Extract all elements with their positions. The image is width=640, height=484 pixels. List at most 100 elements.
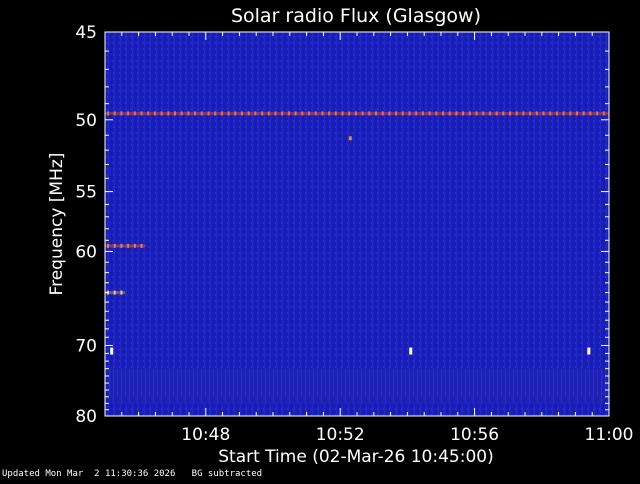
emission-dot xyxy=(475,111,478,116)
emission-dot xyxy=(281,111,284,116)
emission-dot xyxy=(234,111,237,116)
emission-dot xyxy=(488,111,491,116)
emission-dot xyxy=(107,111,109,116)
plot-background xyxy=(105,32,609,416)
x-tick-label: 11:00 xyxy=(585,425,634,445)
emission-dot xyxy=(388,111,391,116)
emission-dot xyxy=(113,290,116,295)
emission-dot xyxy=(562,111,565,116)
emission-dot xyxy=(133,243,136,248)
emission-dot xyxy=(200,111,203,116)
emission-dot xyxy=(368,111,371,116)
y-axis-label: Frequency [MHz] xyxy=(47,153,67,296)
emission-dot xyxy=(482,111,485,116)
emission-dot xyxy=(120,111,123,116)
signal-spot xyxy=(587,347,591,355)
emission-dot xyxy=(308,111,310,116)
emission-dot xyxy=(207,111,210,116)
emission-dot xyxy=(334,111,337,116)
emission-dot xyxy=(549,111,552,116)
emission-line xyxy=(105,111,609,116)
emission-dot xyxy=(113,243,116,248)
emission-dot xyxy=(127,243,130,248)
emission-dot xyxy=(321,111,324,116)
noise-band xyxy=(105,368,609,404)
emission-dot xyxy=(401,111,404,116)
emission-dot xyxy=(354,111,357,116)
emission-dot xyxy=(274,111,277,116)
emission-dot xyxy=(395,111,398,116)
emission-dot xyxy=(107,243,109,248)
emission-dot xyxy=(348,111,351,116)
emission-dot xyxy=(442,111,444,116)
signal-spot xyxy=(110,347,114,355)
emission-dot xyxy=(140,111,143,116)
y-tick-label: 50 xyxy=(75,111,97,131)
emission-dot xyxy=(214,111,217,116)
emission-dot xyxy=(515,111,518,116)
emission-dot xyxy=(502,111,505,116)
emission-dot xyxy=(301,111,304,116)
emission-dot xyxy=(602,111,605,116)
emission-dot xyxy=(596,111,599,116)
emission-dot xyxy=(535,111,538,116)
emission-dot xyxy=(415,111,418,116)
y-tick-label: 45 xyxy=(75,23,97,43)
emission-line-glow xyxy=(105,244,146,248)
emission-dot xyxy=(120,290,123,295)
chart-canvas: 45 50 55 60 70 80 10:48 10:52 10:56 11:00 Solar r… xyxy=(47,5,634,467)
x-axis-label: Start Time (02-Mar-26 10:45:00) xyxy=(218,447,493,467)
emission-dot xyxy=(435,111,438,116)
emission-dot xyxy=(267,111,270,116)
emission-dot xyxy=(495,111,498,116)
signal-spot xyxy=(409,347,413,355)
emission-dot xyxy=(522,111,525,116)
y-tick-label: 60 xyxy=(75,242,97,262)
emission-dot xyxy=(187,111,190,116)
emission-dot xyxy=(328,111,331,116)
emission-dot xyxy=(261,111,264,116)
emission-dot xyxy=(589,111,592,116)
emission-dot xyxy=(408,111,411,116)
emission-dot xyxy=(287,111,290,116)
emission-dot xyxy=(455,111,458,116)
emission-dot xyxy=(153,111,156,116)
x-tick-label: 10:52 xyxy=(316,425,365,445)
emission-dot xyxy=(582,111,585,116)
emission-dot xyxy=(462,111,465,116)
emission-dot xyxy=(375,111,377,116)
emission-dot xyxy=(294,111,297,116)
emission-dot xyxy=(555,111,558,116)
emission-dot xyxy=(180,111,183,116)
emission-dot xyxy=(314,111,317,116)
emission-dot xyxy=(133,111,136,116)
y-tick-label: 80 xyxy=(75,407,97,427)
emission-dot xyxy=(341,111,344,116)
chart-title: Solar radio Flux (Glasgow) xyxy=(231,5,481,27)
emission-dot xyxy=(361,111,364,116)
emission-dot xyxy=(542,111,545,116)
update-footer: Updated Mon Mar 2 11:30:36 2026 BG subtr… xyxy=(2,469,263,479)
emission-dot xyxy=(576,111,578,116)
y-tick-label: 70 xyxy=(75,336,97,356)
emission-dot xyxy=(509,111,511,116)
emission-dot xyxy=(127,111,130,116)
emission-dot xyxy=(140,243,143,248)
emission-dot xyxy=(569,111,572,116)
emission-dot xyxy=(254,111,257,116)
emission-dot xyxy=(194,111,197,116)
emission-dot xyxy=(529,111,532,116)
x-tick-label: 10:56 xyxy=(450,425,499,445)
spectrogram-chart: 45 50 55 60 70 80 10:48 10:52 10:56 11:00 Solar r… xyxy=(0,0,640,480)
emission-dot xyxy=(227,111,230,116)
emission-dot xyxy=(120,243,123,248)
emission-line-glow xyxy=(105,111,609,115)
emission-dot xyxy=(421,111,424,116)
emission-dot xyxy=(167,111,170,116)
signal-spot xyxy=(348,136,352,141)
emission-dot xyxy=(220,111,223,116)
emission-dot xyxy=(381,111,384,116)
emission-dot xyxy=(160,111,163,116)
x-tick-label: 10:48 xyxy=(181,425,230,445)
emission-dot xyxy=(241,111,243,116)
